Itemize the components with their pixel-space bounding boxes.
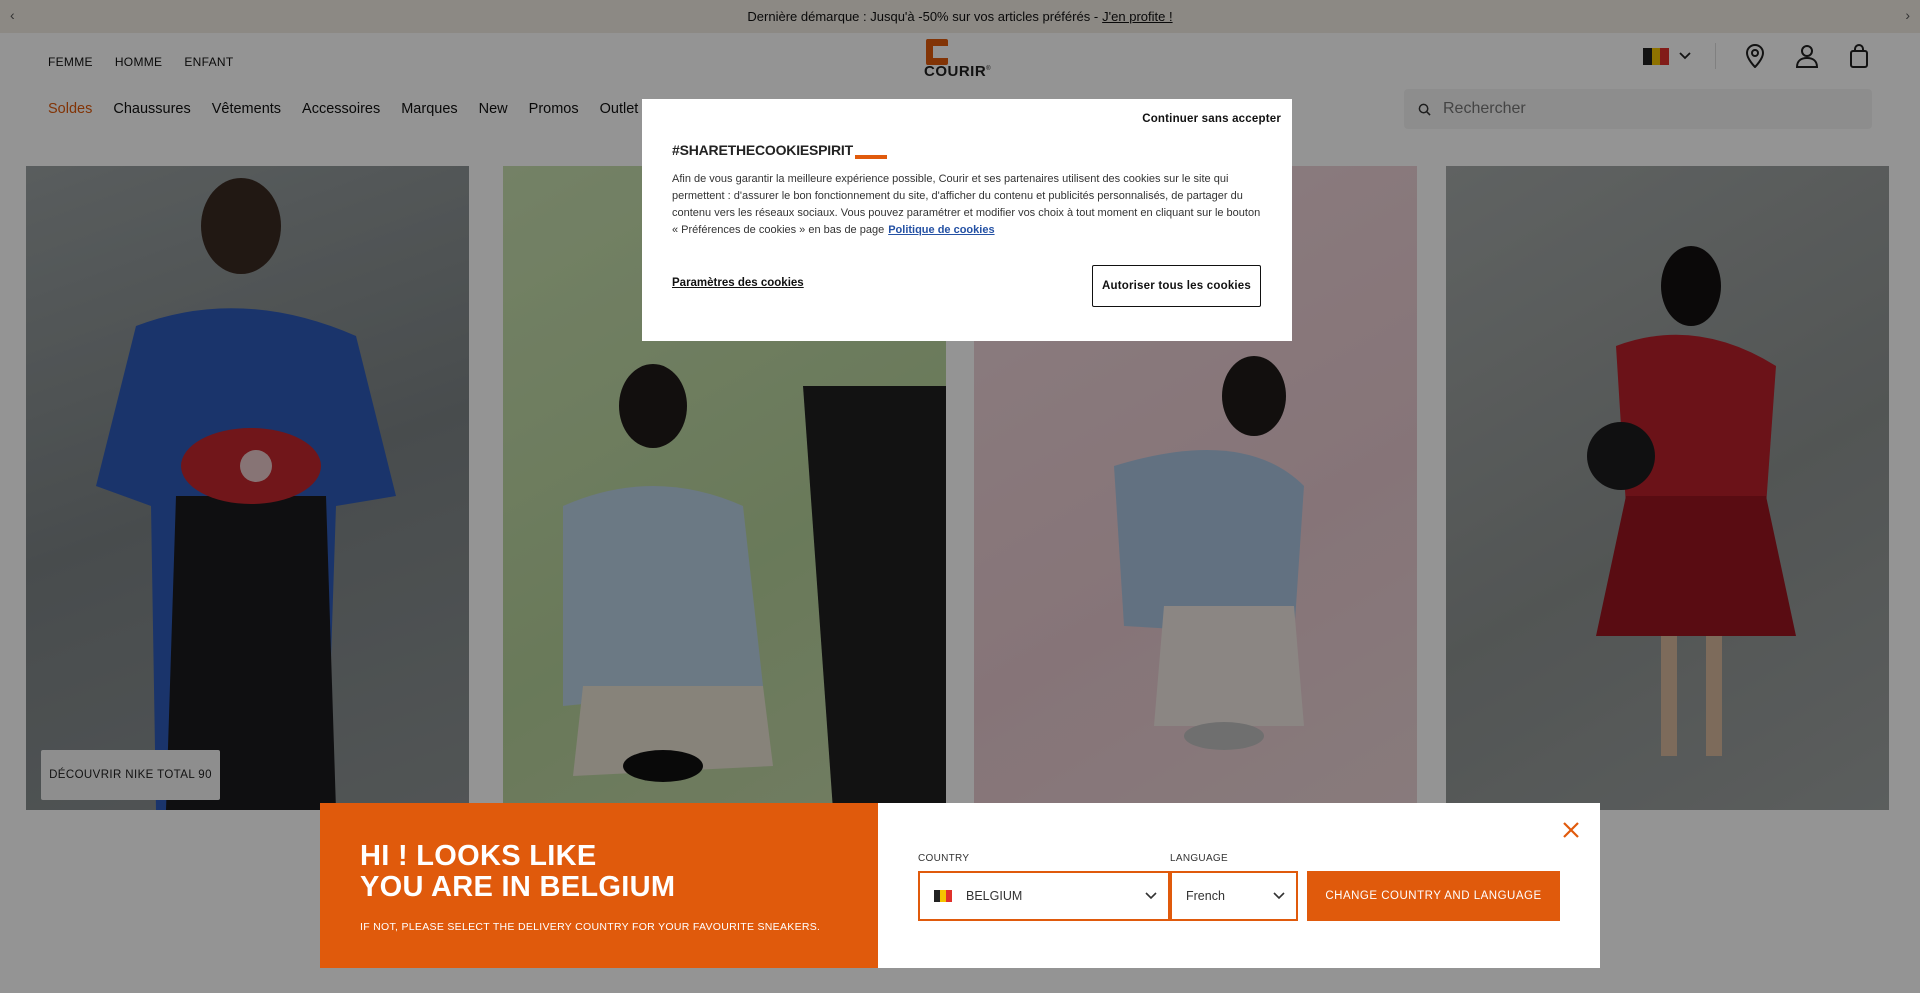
- country-select[interactable]: BELGIUM: [918, 871, 1170, 921]
- cookie-title: #SHARETHECOOKIESPIRIT: [672, 142, 887, 159]
- country-banner-message: HI ! LOOKS LIKE YOU ARE IN BELGIUM IF NO…: [320, 803, 878, 968]
- cookie-consent-modal: Continuer sans accepter #SHARETHECOOKIES…: [642, 99, 1292, 341]
- title-accent-bar: [854, 155, 887, 159]
- cookie-settings-link[interactable]: Paramètres des cookies: [672, 277, 804, 289]
- close-icon[interactable]: [1560, 819, 1582, 841]
- chevron-down-icon: [1273, 892, 1285, 900]
- language-value: French: [1186, 889, 1225, 903]
- accept-all-cookies-button[interactable]: Autoriser tous les cookies: [1092, 265, 1261, 307]
- language-select[interactable]: French: [1170, 871, 1298, 921]
- language-label: LANGUAGE: [1170, 853, 1228, 864]
- belgium-flag-icon: [934, 890, 952, 902]
- country-banner-subtitle: IF NOT, PLEASE SELECT THE DELIVERY COUNT…: [360, 921, 821, 933]
- country-selector-banner: HI ! LOOKS LIKE YOU ARE IN BELGIUM IF NO…: [320, 803, 1600, 968]
- country-value: BELGIUM: [966, 889, 1023, 903]
- country-banner-form: COUNTRY BELGIUM LANGUAGE French CHANGE C…: [878, 803, 1600, 968]
- cookie-policy-link[interactable]: Politique de cookies: [888, 224, 994, 236]
- chevron-down-icon: [1145, 892, 1157, 900]
- cookie-body: Afin de vous garantir la meilleure expér…: [672, 173, 1261, 236]
- country-label: COUNTRY: [918, 853, 970, 864]
- country-banner-title: HI ! LOOKS LIKE YOU ARE IN BELGIUM: [360, 840, 676, 903]
- continue-without-accepting-link[interactable]: Continuer sans accepter: [1142, 113, 1281, 125]
- change-country-language-button[interactable]: CHANGE COUNTRY AND LANGUAGE: [1307, 871, 1560, 921]
